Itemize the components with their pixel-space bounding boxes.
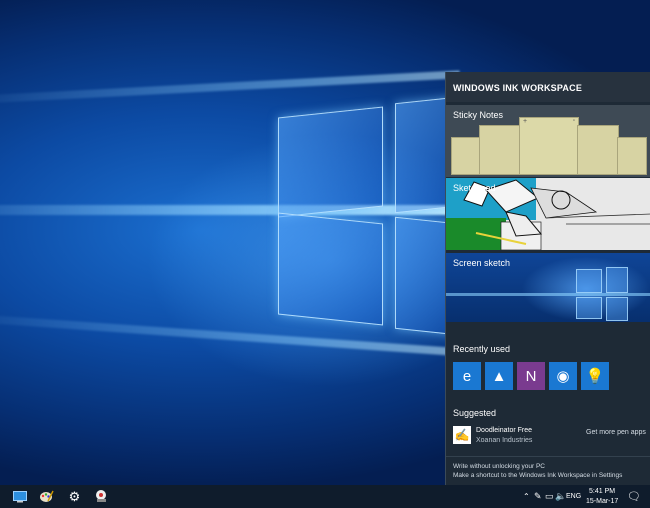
screen-sketch-pane [606, 297, 628, 321]
get-more-pen-apps-link[interactable]: Get more pen apps [586, 429, 646, 436]
tray-chevron-up-icon[interactable]: ⌃ [523, 492, 530, 501]
sticky-notes-tile[interactable]: Sticky Notes + ▫ [446, 105, 650, 177]
volume-icon[interactable]: 🔈 [555, 491, 566, 502]
clock-time[interactable]: 5:41 PM [589, 488, 615, 495]
sticky-notes-label: Sticky Notes [453, 110, 504, 120]
logo-pane [278, 212, 383, 326]
doodleinator-icon[interactable]: ✍ [453, 426, 471, 444]
ink-workspace-panel: WINDOWS INK WORKSPACE Sticky Notes + ▫ S… [445, 72, 650, 485]
settings-gear-icon[interactable]: ⚙ [66, 488, 83, 505]
make-shortcut-link[interactable]: Make a shortcut to the Windows Ink Works… [453, 472, 622, 479]
suggested-heading: Suggested [453, 408, 497, 418]
suggested-app-publisher: Xoanan Industries [476, 437, 533, 444]
light-beam [0, 70, 460, 106]
screen-sketch-tile[interactable]: Screen sketch [446, 253, 650, 322]
logo-pane [278, 106, 383, 218]
panel-title: WINDOWS INK WORKSPACE [446, 72, 650, 102]
sticky-note-thumb: + ▫ [519, 117, 579, 175]
sticky-note-thumb [617, 137, 647, 175]
suggested-app-name[interactable]: Doodleinator Free [476, 427, 532, 434]
screen-sketch-beam [446, 293, 650, 296]
language-indicator[interactable]: ENG [566, 493, 581, 500]
light-beam [0, 311, 460, 357]
clock-date[interactable]: 15-Mar-17 [586, 498, 618, 505]
tips-icon[interactable]: 💡 [581, 362, 609, 390]
paint-app-icon[interactable] [38, 488, 55, 505]
media-app-icon[interactable] [93, 488, 110, 505]
sticky-note-thumb [451, 137, 481, 175]
screen-sketch-pane [606, 267, 628, 293]
screen-sketch-label: Screen sketch [453, 258, 511, 268]
plus-icon: + [523, 118, 528, 125]
action-center-icon[interactable]: 🗨 [627, 490, 641, 503]
edge-icon[interactable]: e [453, 362, 481, 390]
maps-icon[interactable]: ◉ [549, 362, 577, 390]
start-screen-app-icon[interactable] [11, 488, 28, 505]
write-without-unlocking-link[interactable]: Write without unlocking your PC [453, 463, 545, 470]
sticky-note-thumb [577, 125, 619, 175]
delete-icon: ▫ [572, 118, 575, 124]
onenote-icon[interactable]: N [517, 362, 545, 390]
screen-sketch-pane [576, 297, 602, 319]
pen-tray-icon[interactable]: ✎ [534, 491, 542, 502]
recently-used-heading: Recently used [453, 344, 511, 354]
screen-sketch-pane [576, 269, 602, 293]
network-icon[interactable]: ▭ [545, 491, 554, 502]
sketchpad-label: Sketchpad [453, 183, 496, 193]
photos-icon[interactable]: ▲ [485, 362, 513, 390]
divider [446, 456, 650, 457]
taskbar: ⚙ ⌃ ✎ ▭ 🔈 ENG 5:41 PM 15-Mar-17 🗨 [0, 485, 650, 508]
sticky-note-thumb [479, 125, 521, 175]
sketchpad-tile[interactable]: Sketchpad [446, 178, 650, 250]
